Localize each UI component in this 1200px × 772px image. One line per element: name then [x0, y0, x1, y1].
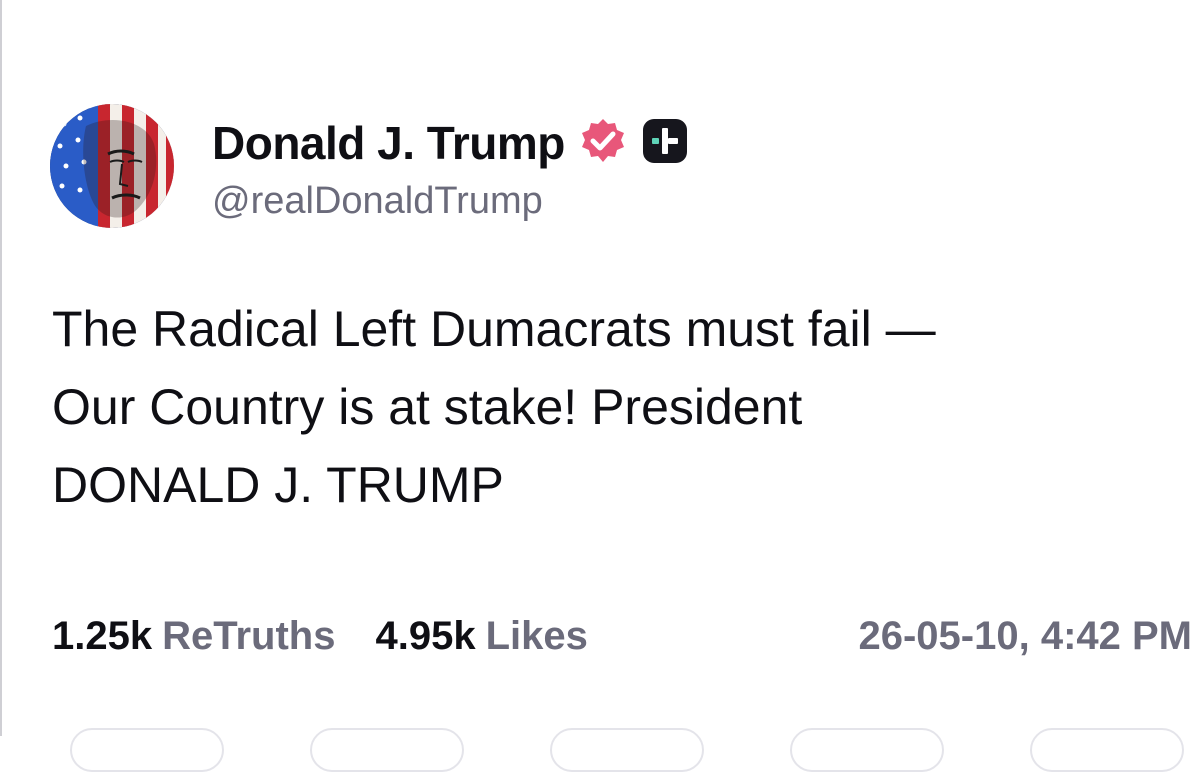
like-button[interactable]	[550, 728, 704, 772]
retruths-label: ReTruths	[162, 613, 336, 658]
post-stats: 1.25k ReTruths 4.95k Likes 26-05-10, 4:4…	[52, 610, 1192, 662]
truth-post: Donald J. Trump @realDonaldTrump The Rad…	[0, 0, 1200, 772]
likes-count: 4.95k	[375, 613, 476, 658]
post-timestamp[interactable]: 26-05-10, 4:42 PM	[858, 614, 1192, 659]
author-name-row: Donald J. Trump	[212, 112, 689, 174]
retruths-stat[interactable]: 1.25k ReTruths	[52, 614, 335, 659]
post-text-line: Our Country is at stake! President	[52, 379, 803, 435]
likes-stat[interactable]: 4.95k Likes	[375, 614, 587, 659]
action-bar	[0, 722, 1200, 772]
author-avatar[interactable]	[50, 104, 174, 228]
post-text-line: The Radical Left Dumacrats must fail —	[52, 301, 936, 357]
flag-face-avatar-icon	[50, 104, 174, 228]
more-button[interactable]	[1030, 728, 1184, 772]
author-display-name[interactable]: Donald J. Trump	[212, 116, 565, 170]
likes-label: Likes	[485, 613, 588, 658]
post-text-line: DONALD J. TRUMP	[52, 457, 504, 513]
reply-button[interactable]	[70, 728, 224, 772]
retruths-count: 1.25k	[52, 613, 153, 658]
truth-plus-icon	[641, 117, 689, 170]
verified-badge-icon	[579, 117, 627, 170]
share-button[interactable]	[790, 728, 944, 772]
post-body: The Radical Left Dumacrats must fail — O…	[52, 290, 1182, 524]
author-handle[interactable]: @realDonaldTrump	[212, 180, 543, 223]
retruth-button[interactable]	[310, 728, 464, 772]
